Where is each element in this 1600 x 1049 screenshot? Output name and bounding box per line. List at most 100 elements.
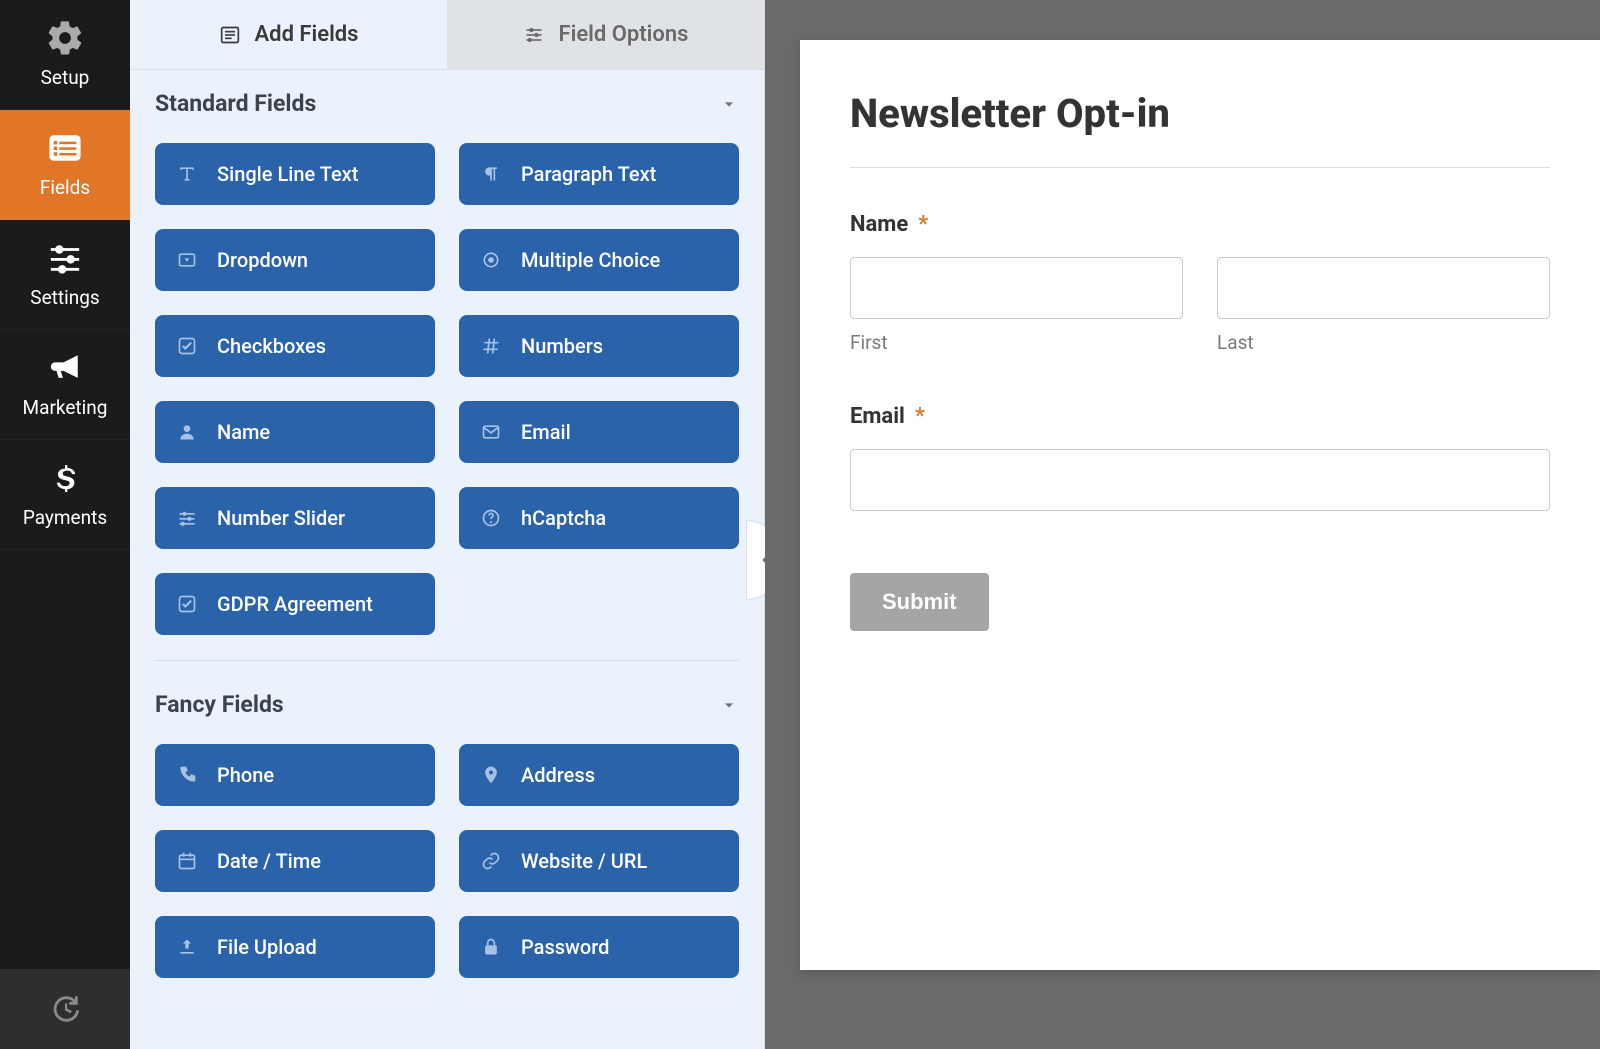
field-label: Checkboxes [217, 334, 326, 358]
upload-icon [177, 937, 197, 957]
radio-icon [481, 250, 501, 270]
field-label: Website / URL [521, 849, 647, 873]
sliders-icon [523, 25, 545, 45]
required-asterisk: * [918, 212, 928, 237]
field-label: hCaptcha [521, 506, 606, 530]
hash-icon [481, 336, 501, 356]
text-icon [177, 164, 197, 184]
sliders-icon [177, 508, 197, 528]
nav-label: Payments [23, 506, 107, 529]
calendar-icon [177, 851, 197, 871]
first-name-input[interactable] [850, 257, 1183, 319]
chevron-down-icon [719, 94, 739, 114]
field-type-date-time[interactable]: Date / Time [155, 830, 435, 892]
help-icon [481, 508, 501, 528]
field-type-password[interactable]: Password [459, 916, 739, 978]
pin-icon [481, 765, 501, 785]
history-button[interactable] [0, 969, 130, 1049]
link-icon [481, 851, 501, 871]
field-label-text: Name [850, 212, 908, 237]
paragraph-icon [481, 164, 501, 184]
field-label: GDPR Agreement [217, 592, 373, 616]
field-label: Date / Time [217, 849, 321, 873]
tab-label: Add Fields [255, 22, 359, 47]
form-icon [219, 25, 241, 45]
form-card: Newsletter Opt-in Name * First Last Emai… [800, 40, 1600, 970]
last-name-input[interactable] [1217, 257, 1550, 319]
form-preview-area: Newsletter Opt-in Name * First Last Emai… [765, 0, 1600, 1049]
sublabel-first: First [850, 331, 1183, 354]
field-label: Dropdown [217, 248, 308, 272]
nav-item-settings[interactable]: Settings [0, 220, 130, 330]
field-type-dropdown[interactable]: Dropdown [155, 229, 435, 291]
lock-icon [481, 937, 501, 957]
field-type-phone[interactable]: Phone [155, 744, 435, 806]
user-icon [177, 422, 197, 442]
nav-label: Marketing [23, 396, 108, 419]
field-type-multiple-choice[interactable]: Multiple Choice [459, 229, 739, 291]
field-type-address[interactable]: Address [459, 744, 739, 806]
fields-palette: Add Fields Field Options Standard Fields… [130, 0, 765, 1049]
section-standard-fields: Standard Fields Single Line Text Paragrap… [155, 90, 739, 661]
field-label: Numbers [521, 334, 603, 358]
field-label: Number Slider [217, 506, 345, 530]
section-toggle[interactable]: Fancy Fields [155, 691, 739, 718]
section-fancy-fields: Fancy Fields Phone Address Date / Time Webs… [155, 691, 739, 1003]
section-toggle[interactable]: Standard Fields [155, 90, 739, 117]
form-field-email[interactable]: Email * [850, 404, 1550, 523]
field-label: Single Line Text [217, 162, 358, 186]
dropdown-icon [177, 250, 197, 270]
nav-label: Fields [40, 176, 90, 199]
required-asterisk: * [915, 404, 925, 429]
palette-tabs: Add Fields Field Options [130, 0, 764, 70]
email-input[interactable] [850, 449, 1550, 511]
gear-icon [43, 20, 87, 56]
dollar-icon [43, 460, 87, 496]
tab-field-options[interactable]: Field Options [447, 0, 764, 69]
nav-label: Setup [41, 66, 90, 89]
nav-item-payments[interactable]: Payments [0, 440, 130, 550]
field-type-checkboxes[interactable]: Checkboxes [155, 315, 435, 377]
sliders-icon [43, 240, 87, 276]
field-label: File Upload [217, 935, 317, 959]
nav-item-setup[interactable]: Setup [0, 0, 130, 110]
field-type-website-url[interactable]: Website / URL [459, 830, 739, 892]
section-title: Standard Fields [155, 90, 316, 117]
phone-icon [177, 765, 197, 785]
field-label: Address [521, 763, 595, 787]
tab-add-fields[interactable]: Add Fields [130, 0, 447, 69]
sublabel-last: Last [1217, 331, 1550, 354]
field-type-numbers[interactable]: Numbers [459, 315, 739, 377]
field-label-text: Email [850, 404, 905, 429]
tab-label: Field Options [559, 22, 689, 47]
field-type-name[interactable]: Name [155, 401, 435, 463]
field-label: Phone [217, 763, 274, 787]
form-field-name[interactable]: Name * First Last [850, 212, 1550, 354]
mail-icon [481, 422, 501, 442]
field-type-file-upload[interactable]: File Upload [155, 916, 435, 978]
section-title: Fancy Fields [155, 691, 284, 718]
main-nav: Setup Fields Settings Marketing Payments [0, 0, 130, 1049]
field-label: Email [521, 420, 571, 444]
nav-item-marketing[interactable]: Marketing [0, 330, 130, 440]
field-type-hcaptcha[interactable]: hCaptcha [459, 487, 739, 549]
divider [850, 167, 1550, 168]
form-title: Newsletter Opt-in [850, 90, 1550, 137]
field-label: Password [521, 935, 609, 959]
field-type-email[interactable]: Email [459, 401, 739, 463]
field-type-paragraph-text[interactable]: Paragraph Text [459, 143, 739, 205]
list-icon [43, 130, 87, 166]
check-icon [177, 594, 197, 614]
field-label: Name [217, 420, 270, 444]
submit-button[interactable]: Submit [850, 573, 989, 631]
chevron-down-icon [719, 695, 739, 715]
field-type-number-slider[interactable]: Number Slider [155, 487, 435, 549]
check-icon [177, 336, 197, 356]
nav-item-fields[interactable]: Fields [0, 110, 130, 220]
history-icon [48, 992, 82, 1026]
nav-label: Settings [30, 286, 99, 309]
field-type-single-line-text[interactable]: Single Line Text [155, 143, 435, 205]
field-label: Multiple Choice [521, 248, 660, 272]
field-type-gdpr-agreement[interactable]: GDPR Agreement [155, 573, 435, 635]
field-label: Paragraph Text [521, 162, 656, 186]
